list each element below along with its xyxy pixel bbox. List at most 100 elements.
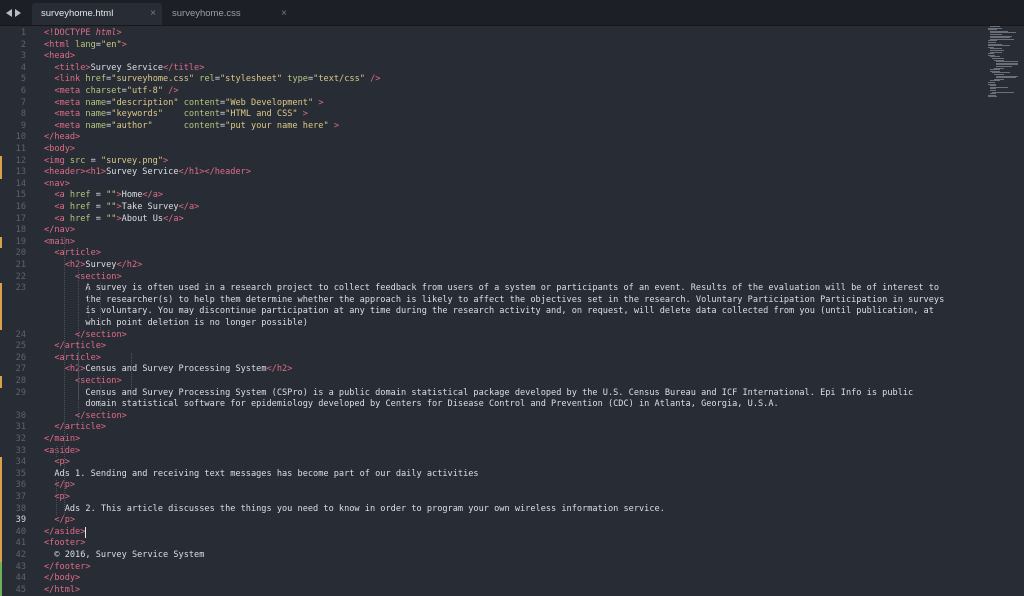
code-line[interactable]: <section> xyxy=(44,272,122,284)
code-token: </section> xyxy=(75,329,127,340)
code-line[interactable]: <a href = "">Home</a> xyxy=(44,190,163,202)
code-line[interactable]: <meta name="description" content="Web De… xyxy=(44,97,324,110)
code-line[interactable]: </head> xyxy=(44,132,80,144)
code-line[interactable]: <link href="surveyhome.css" rel="stylesh… xyxy=(44,74,380,86)
code-token: <h2> xyxy=(64,364,86,375)
code-token: Ads 1. Sending and receiving text messag… xyxy=(44,468,479,479)
code-line[interactable]: </main> xyxy=(44,434,80,446)
code-line[interactable]: Census and Survey Processing System (CSP… xyxy=(44,388,913,400)
back-arrow-icon[interactable] xyxy=(6,9,12,17)
code-token: "surveyhome.css" xyxy=(111,74,195,85)
code-token: src xyxy=(69,155,86,166)
code-line[interactable]: <h2>Survey</h2> xyxy=(44,260,143,272)
code-token: Census and Survey Processing System xyxy=(85,364,267,375)
gutter-row: 8 xyxy=(0,109,36,121)
modified-marker xyxy=(0,492,2,504)
code-token: > xyxy=(302,109,308,120)
code-line[interactable]: <head> xyxy=(44,51,75,63)
gutter-row: 35 xyxy=(0,468,36,481)
code-line[interactable]: <p> xyxy=(44,457,70,469)
code-line[interactable]: </html> xyxy=(44,585,80,596)
close-tab-icon[interactable]: × xyxy=(150,3,156,24)
code-line[interactable]: </section> xyxy=(44,330,127,342)
code-token: <a xyxy=(54,213,70,224)
code-token: <h2> xyxy=(64,260,86,270)
history-nav[interactable] xyxy=(6,6,28,20)
code-line[interactable]: <html lang="en"> xyxy=(44,40,127,52)
indent-guide xyxy=(88,283,89,318)
code-line[interactable]: </footer> xyxy=(44,562,91,574)
code-token: "HTML and CSS" xyxy=(225,109,298,120)
modified-marker xyxy=(0,515,2,527)
code-token: content xyxy=(183,120,220,131)
code-token: </a> xyxy=(163,213,184,224)
modified-marker xyxy=(0,376,2,388)
code-line[interactable]: <a href = "">About Us</a> xyxy=(44,213,184,226)
code-line[interactable]: <footer> xyxy=(44,538,85,550)
minimap[interactable] xyxy=(988,26,1018,101)
code-line[interactable]: </article> xyxy=(44,341,106,353)
code-line[interactable]: Ads 2. This article discusses the things… xyxy=(44,504,665,516)
code-token: > xyxy=(318,97,324,108)
code-token: = xyxy=(90,190,107,201)
code-token: </body> xyxy=(44,573,81,584)
gutter-row: 15 xyxy=(0,190,36,202)
code-token: </html> xyxy=(44,584,81,595)
modified-marker xyxy=(0,538,2,550)
line-number: 35 xyxy=(15,468,26,479)
code-line[interactable]: <img src = "survey.png"> xyxy=(44,156,168,168)
code-line[interactable]: <nav> xyxy=(44,179,70,191)
forward-arrow-icon[interactable] xyxy=(15,9,21,17)
code-area[interactable]: <!DOCTYPE html> <html lang="en"> <head> <t… xyxy=(44,26,994,596)
gutter-row: 22 xyxy=(0,272,36,284)
code-line[interactable]: Ads 1. Sending and receiving text messag… xyxy=(44,468,479,481)
code-token: > xyxy=(116,28,122,38)
gutter-row: 33 xyxy=(0,446,36,458)
modified-marker xyxy=(0,480,2,492)
code-line[interactable]: is voluntary. You may discontinue partic… xyxy=(44,306,934,318)
code-line[interactable]: A survey is often used in a research pro… xyxy=(44,283,939,295)
code-line[interactable]: which point deletion is no longer possib… xyxy=(44,318,307,330)
code-line[interactable]: </p> xyxy=(44,515,75,527)
code-line[interactable]: <h2>Census and Survey Processing System<… xyxy=(44,364,293,376)
code-line[interactable]: <aside> xyxy=(44,446,80,458)
code-line[interactable]: <section> xyxy=(44,376,122,388)
gutter-row: 17 xyxy=(0,214,36,226)
code-line[interactable]: <article> xyxy=(44,248,101,260)
code-line[interactable]: </p> xyxy=(44,480,75,492)
code-line[interactable]: <header><h1>Survey Service</h1></header> xyxy=(44,167,251,179)
code-line[interactable]: <a href = "">Take Survey</a> xyxy=(44,202,199,214)
code-line[interactable]: <article> xyxy=(44,353,101,365)
code-line[interactable]: </article> xyxy=(44,422,106,434)
code-line[interactable]: </nav> xyxy=(44,225,75,237)
code-token: <section> xyxy=(75,271,122,282)
code-line[interactable]: <meta charset="utf-8" /> xyxy=(44,86,178,98)
line-number: 24 xyxy=(15,329,26,340)
code-line[interactable]: </body> xyxy=(44,573,80,585)
tab-surveyhome-html[interactable]: surveyhome.html × xyxy=(32,3,162,25)
line-number: 31 xyxy=(15,422,26,433)
code-line[interactable]: </section> xyxy=(44,411,127,423)
code-line[interactable]: <meta name="keywords" content="HTML and … xyxy=(44,109,308,121)
code-line[interactable]: <title>Survey Service</title> xyxy=(44,63,204,75)
code-token: href xyxy=(69,202,91,212)
code-token: © 2016, Survey Service System xyxy=(44,550,205,560)
code-line[interactable]: <body> xyxy=(44,144,75,156)
code-line[interactable]: domain statistical software for epidemio… xyxy=(44,399,778,411)
code-token: A survey is often used in a research pro… xyxy=(44,283,940,294)
close-tab-icon[interactable]: × xyxy=(281,3,287,24)
code-line[interactable]: <!DOCTYPE html> xyxy=(44,28,122,40)
modified-marker xyxy=(0,526,2,539)
line-number: 13 xyxy=(15,167,26,178)
code-line[interactable]: <main> xyxy=(44,237,75,249)
code-line[interactable]: the researcher(s) to help them determine… xyxy=(44,295,944,307)
tab-surveyhome-css[interactable]: surveyhome.css × xyxy=(163,3,293,25)
code-line[interactable]: © 2016, Survey Service System xyxy=(44,550,204,562)
code-line[interactable]: </aside> xyxy=(44,526,87,539)
code-line[interactable]: <meta name="author" content="put your na… xyxy=(44,121,339,133)
tab-bar: surveyhome.html × surveyhome.css × xyxy=(0,0,1024,26)
code-editor[interactable]: 1 2 3 4 5 6 7 8 9 10 11 12 13 14 15 16 17 18 19 20 21 22 23 24 2… xyxy=(0,26,1024,596)
